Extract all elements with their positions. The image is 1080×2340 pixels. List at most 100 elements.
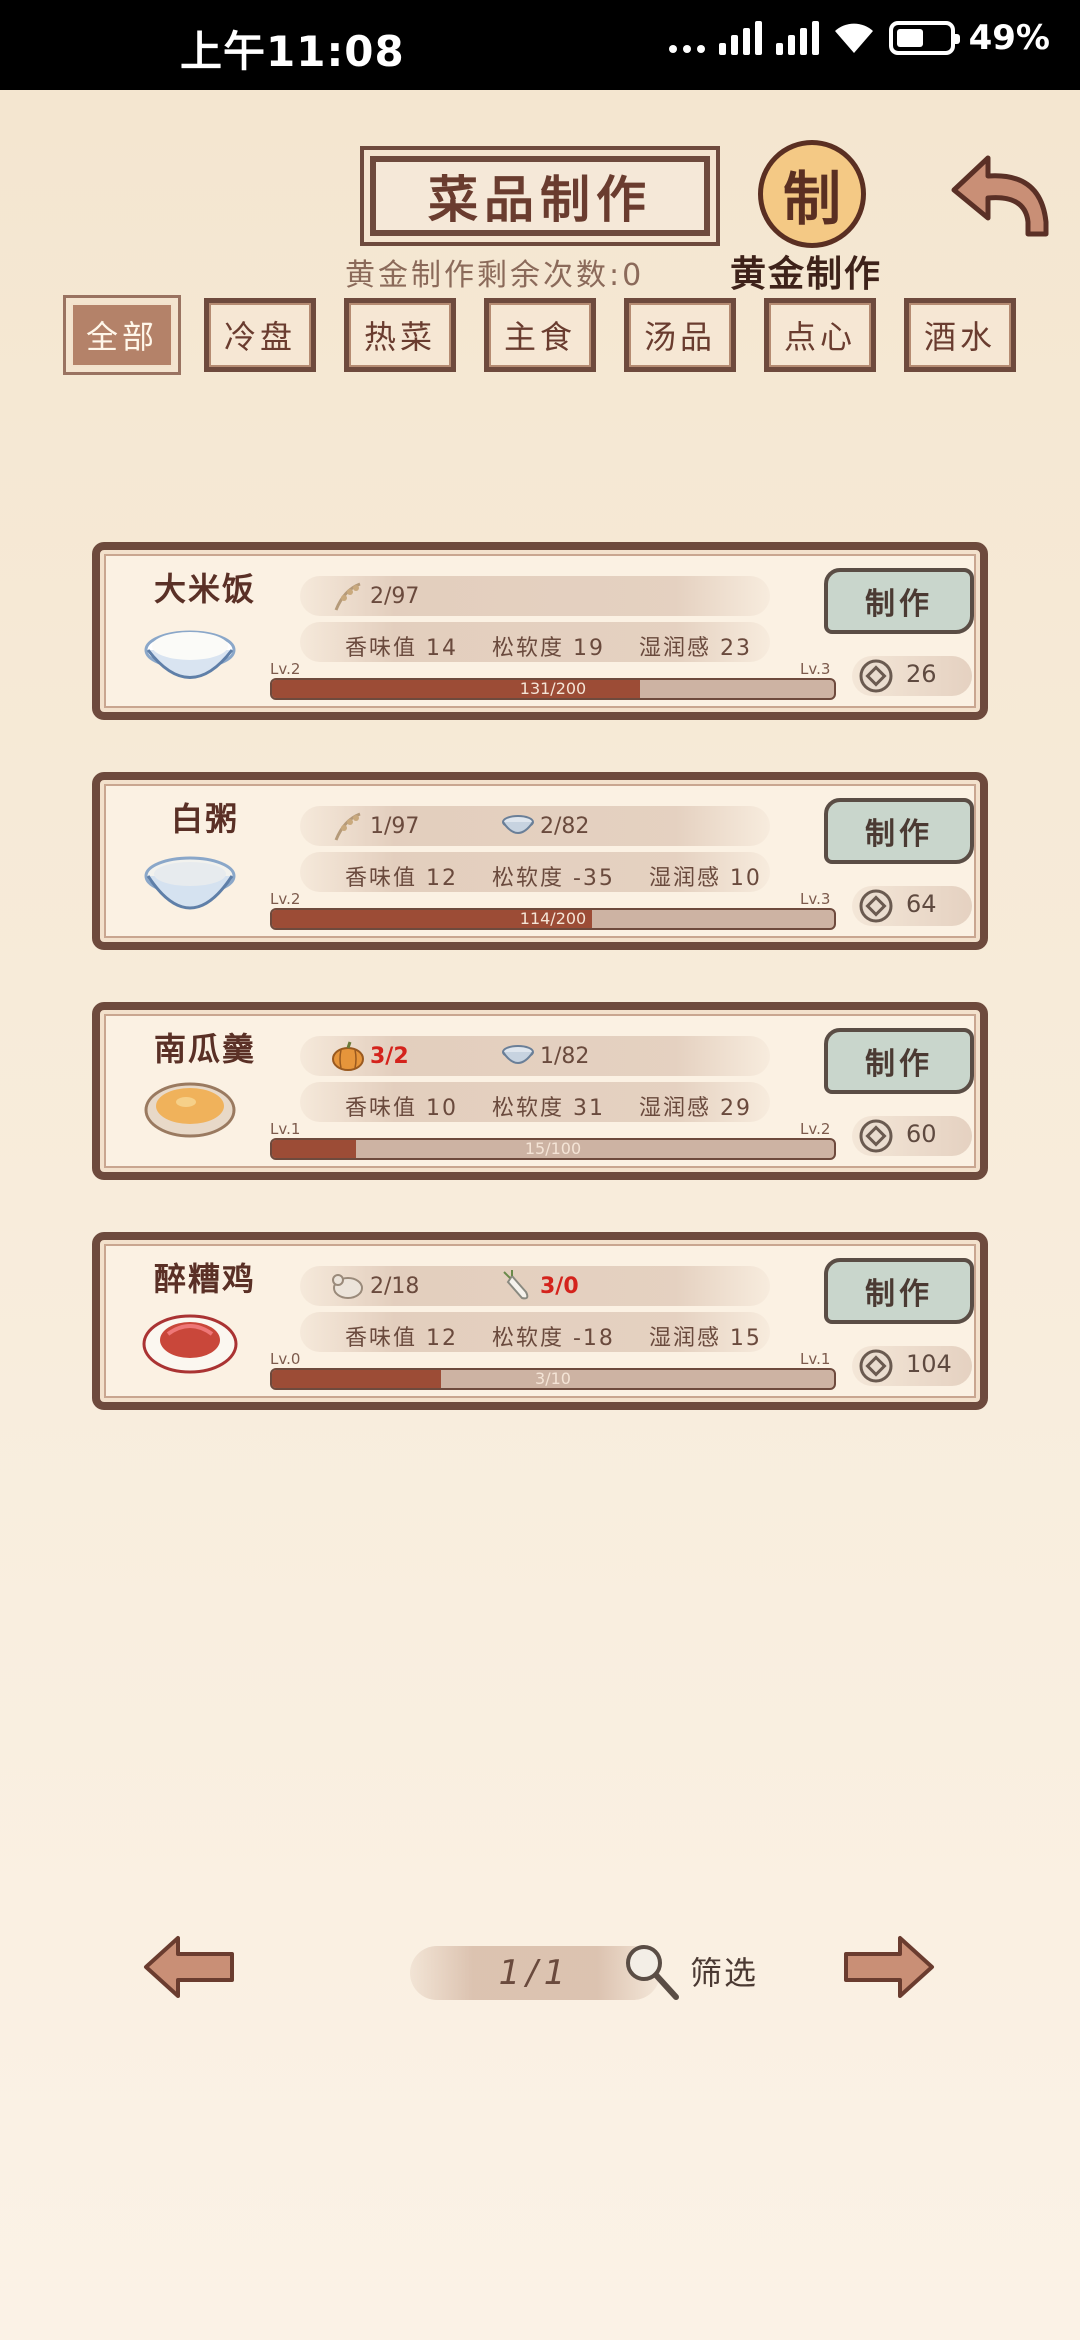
next-level: Lv.3 bbox=[800, 890, 831, 908]
current-level: Lv.0 bbox=[270, 1350, 301, 1368]
mastery-progress-bar: 131/200 bbox=[270, 678, 836, 700]
dish-stats: 香味值 10 松软度 31 湿润感 29 bbox=[345, 1090, 752, 1122]
next-page-button[interactable] bbox=[838, 1932, 938, 2002]
status-icons: 49% bbox=[668, 18, 1050, 58]
make-button[interactable]: 制作 bbox=[824, 1258, 974, 1324]
page-number: 1/1 bbox=[498, 1953, 572, 1993]
tab-label: 冷盘 bbox=[209, 303, 311, 367]
cost-value: 64 bbox=[906, 890, 937, 918]
filter-label: 筛选 bbox=[690, 1954, 759, 1992]
dish-name: 醉糟鸡 bbox=[153, 1260, 256, 1298]
tab-all[interactable]: 全部 bbox=[63, 295, 181, 375]
ingredient-count: 2/97 bbox=[370, 583, 420, 609]
radish-icon bbox=[503, 1270, 529, 1300]
dish-name: 南瓜羹 bbox=[153, 1030, 256, 1068]
moisture-stat: 湿润感 10 bbox=[648, 866, 762, 891]
coin-icon bbox=[859, 1349, 893, 1383]
status-bar: 上午11:08 49% bbox=[0, 0, 1080, 90]
aroma-stat: 香味值 12 bbox=[345, 866, 458, 891]
dish-stats: 香味值 14 松软度 19 湿润感 23 bbox=[345, 630, 752, 662]
ingredient: 1/82 bbox=[500, 1040, 589, 1072]
ingredient-count: 3/2 bbox=[370, 1043, 409, 1069]
gold-make-label: 黄金制作 bbox=[730, 253, 883, 295]
water-bowl-icon bbox=[502, 1045, 534, 1064]
category-tabs: 全部 冷盘 热菜 主食 汤品 点心 酒水 bbox=[62, 295, 1022, 375]
softness-stat: 松软度 -18 bbox=[492, 1326, 615, 1351]
tab-hot-dish[interactable]: 热菜 bbox=[344, 298, 456, 372]
dish-stats: 香味值 12 松软度 -18 湿润感 15 bbox=[345, 1320, 762, 1352]
game-screen bbox=[0, 90, 1080, 2340]
page-title: 菜品制作 bbox=[428, 170, 652, 229]
ingredient-count: 2/82 bbox=[540, 813, 590, 839]
ingredient: 2/97 bbox=[330, 580, 419, 612]
ingredient: 1/97 bbox=[330, 810, 419, 842]
mastery-progress-bar: 15/100 bbox=[270, 1138, 836, 1160]
tab-dessert[interactable]: 点心 bbox=[764, 298, 876, 372]
cost-display: 60 bbox=[852, 1116, 972, 1156]
ingredient: 2/18 bbox=[330, 1270, 419, 1302]
cost-value: 60 bbox=[906, 1120, 937, 1148]
wifi-icon bbox=[833, 21, 875, 55]
coin-icon bbox=[859, 659, 893, 693]
aroma-stat: 香味值 10 bbox=[345, 1096, 458, 1121]
next-level: Lv.3 bbox=[800, 660, 831, 678]
softness-stat: 松软度 -35 bbox=[492, 866, 615, 891]
dish-name: 白粥 bbox=[170, 800, 239, 838]
magnifier-icon bbox=[626, 1945, 679, 2000]
rice-bowl-icon bbox=[144, 630, 236, 679]
tab-label: 热菜 bbox=[349, 303, 451, 367]
tab-cold-dish[interactable]: 冷盘 bbox=[204, 298, 316, 372]
cost-value: 26 bbox=[906, 660, 937, 688]
signal-icon bbox=[718, 21, 762, 55]
ingredient-count: 3/0 bbox=[540, 1273, 579, 1299]
chicken-icon bbox=[332, 1274, 363, 1299]
drunken-chicken-icon bbox=[142, 1314, 238, 1374]
dish-stats: 香味值 12 松软度 -35 湿润感 10 bbox=[345, 860, 762, 892]
rice-stalk-icon bbox=[334, 812, 361, 841]
water-bowl-icon bbox=[502, 815, 534, 834]
status-time: 上午11:08 bbox=[180, 27, 405, 76]
ingredient: 3/2 bbox=[330, 1040, 409, 1072]
make-button[interactable]: 制作 bbox=[824, 1028, 974, 1094]
cost-display: 104 bbox=[852, 1346, 972, 1386]
softness-stat: 松软度 19 bbox=[492, 636, 605, 661]
tab-label: 全部 bbox=[71, 303, 173, 367]
cost-display: 26 bbox=[852, 656, 972, 696]
right-arrow-icon bbox=[844, 1936, 934, 1998]
moisture-stat: 湿润感 23 bbox=[639, 636, 752, 661]
back-button[interactable] bbox=[948, 150, 1052, 240]
filter-button[interactable]: 筛选 bbox=[620, 1936, 770, 2006]
ingredient-count: 1/82 bbox=[540, 1043, 590, 1069]
pumpkin-icon bbox=[332, 1041, 364, 1071]
battery-percent: 49% bbox=[968, 18, 1050, 58]
ingredient-count: 1/97 bbox=[370, 813, 420, 839]
tab-label: 主食 bbox=[489, 303, 591, 367]
moisture-stat: 湿润感 15 bbox=[648, 1326, 762, 1351]
next-level: Lv.2 bbox=[800, 1120, 831, 1138]
more-dots-icon bbox=[668, 23, 705, 53]
porridge-bowl-icon bbox=[144, 856, 236, 910]
make-button[interactable]: 制作 bbox=[824, 798, 974, 864]
back-arrow-icon bbox=[951, 155, 1049, 237]
progress-text: 114/200 bbox=[519, 909, 587, 928]
tab-drinks[interactable]: 酒水 bbox=[904, 298, 1016, 372]
cost-value: 104 bbox=[906, 1350, 952, 1378]
current-level: Lv.2 bbox=[270, 660, 301, 678]
progress-text: 3/10 bbox=[535, 1369, 571, 1388]
recipe-card-rice: 大米饭 2/97 香味值 14 松软度 19 湿润感 23 Lv.2 Lv.3 … bbox=[92, 542, 988, 720]
prev-page-button[interactable] bbox=[140, 1932, 240, 2002]
next-level: Lv.1 bbox=[800, 1350, 831, 1368]
make-button[interactable]: 制作 bbox=[824, 568, 974, 634]
recipe-card-porridge: 白粥 1/97 2/82 香味值 12 松软度 -35 湿润感 10 Lv.2 … bbox=[92, 772, 988, 950]
tab-label: 酒水 bbox=[909, 303, 1011, 367]
progress-text: 15/100 bbox=[524, 1139, 582, 1158]
recipe-card-drunken-chicken: 醉糟鸡 2/18 3/0 香味值 12 松软度 -18 湿润感 15 Lv.0 … bbox=[92, 1232, 988, 1410]
current-level: Lv.1 bbox=[270, 1120, 301, 1138]
title-plate: 菜品制作 bbox=[360, 146, 720, 246]
tab-soup[interactable]: 汤品 bbox=[624, 298, 736, 372]
battery-icon bbox=[888, 21, 960, 55]
aroma-stat: 香味值 14 bbox=[345, 636, 458, 661]
progress-text: 131/200 bbox=[519, 679, 587, 698]
gold-make-button[interactable]: 制 bbox=[758, 140, 866, 248]
tab-staple[interactable]: 主食 bbox=[484, 298, 596, 372]
